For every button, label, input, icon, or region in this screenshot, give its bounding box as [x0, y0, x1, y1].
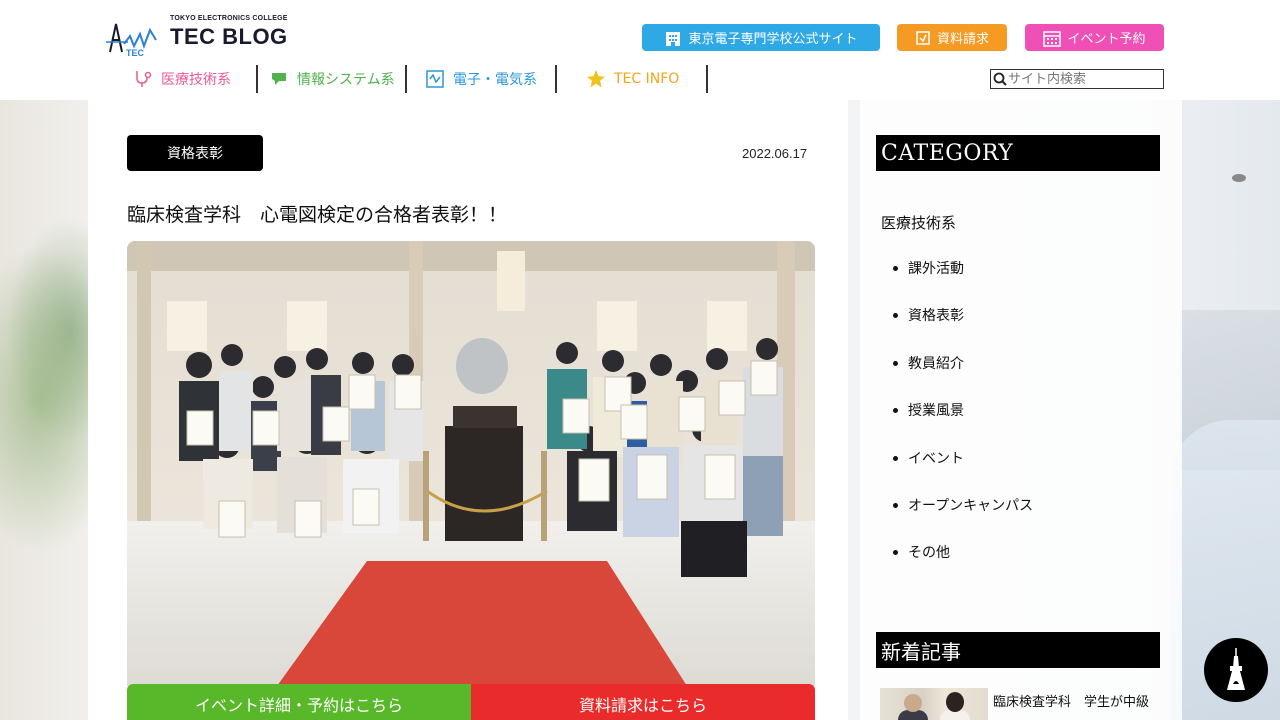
new-articles-heading: 新着記事 — [876, 632, 1160, 668]
category-item-label: 課外活動 — [908, 261, 964, 277]
bullet-icon — [893, 360, 898, 366]
category-item-label: イベント — [908, 450, 964, 467]
logo-subtitle: TOKYO ELECTRONICS COLLEGE — [170, 15, 288, 22]
category-item[interactable]: その他 — [893, 542, 1033, 589]
category-item[interactable]: 課外活動 — [893, 258, 1033, 305]
bullet-icon — [893, 455, 898, 461]
svg-text:TEC: TEC — [126, 48, 145, 56]
new-article-thumbnail[interactable] — [880, 688, 988, 720]
site-logo[interactable]: TEC TOKYO ELECTRONICS COLLEGE TEC BLOG — [106, 14, 296, 58]
category-item-label: オープンキャンパス — [908, 497, 1034, 514]
site-search[interactable] — [990, 69, 1164, 89]
nav-divider — [256, 65, 258, 93]
nav-divider — [706, 65, 708, 93]
category-item[interactable]: 授業風景 — [893, 400, 1033, 447]
category-badge[interactable]: 資格表彰 — [127, 135, 263, 171]
event-detail-button[interactable]: イベント詳細・予約はこちら — [127, 684, 471, 720]
post-date: 2022.06.17 — [742, 146, 808, 161]
nav-electronics[interactable]: 電子・電気系 — [425, 65, 537, 93]
category-item-label: 教員紹介 — [908, 355, 964, 372]
event-booking-label: イベント予約 — [1067, 32, 1146, 47]
circuit-icon — [426, 70, 444, 88]
category-item[interactable]: 教員紹介 — [893, 353, 1033, 400]
calendar-icon — [1043, 30, 1062, 47]
bullet-icon — [893, 502, 898, 508]
nav-medical[interactable]: 医療技術系 — [133, 65, 231, 93]
tower-icon — [1227, 648, 1245, 690]
nav-electronics-label: 電子・電気系 — [453, 72, 537, 88]
post-title: 臨床検査学科 心電図検定の合格者表彰！！ — [127, 204, 508, 226]
floating-tower-button[interactable] — [1204, 638, 1268, 702]
category-item[interactable]: オープンキャンパス — [893, 495, 1033, 542]
nav-info-label: 情報システム系 — [297, 72, 395, 88]
bullet-icon — [893, 408, 898, 414]
logo-mark-icon: TEC — [106, 23, 157, 56]
official-site-label: 東京電子専門学校公式サイト — [688, 32, 858, 47]
nav-info-systems[interactable]: 情報システム系 — [269, 65, 395, 93]
nav-medical-label: 医療技術系 — [161, 72, 231, 88]
thumbnail-person — [904, 694, 922, 712]
official-site-button[interactable]: 東京電子専門学校公式サイト — [642, 24, 880, 51]
background-lamp — [1232, 174, 1246, 182]
building-icon — [666, 31, 681, 46]
category-item-label: 授業風景 — [908, 403, 964, 420]
pointer-icon — [272, 73, 286, 85]
category-item-label: 資格表彰 — [908, 308, 964, 325]
document-icon — [916, 30, 930, 45]
site-header: TEC TOKYO ELECTRONICS COLLEGE TEC BLOG 東… — [0, 0, 1280, 100]
category-item[interactable]: 資格表彰 — [893, 305, 1033, 352]
bullet-icon — [893, 266, 898, 271]
bullet-icon — [893, 313, 898, 319]
request-materials-button[interactable]: 資料請求 — [897, 24, 1007, 51]
nav-divider — [405, 65, 407, 93]
category-item[interactable]: イベント — [893, 448, 1033, 495]
category-list: 課外活動 資格表彰 教員紹介 授業風景 イベント オープンキャンパス その他 — [893, 258, 1033, 590]
logo-title: TEC BLOG — [170, 24, 288, 49]
group-photo-illustration — [127, 241, 815, 686]
category-item-label: その他 — [908, 545, 950, 562]
thumbnail-person — [946, 692, 964, 712]
category-heading: CATEGORY — [876, 135, 1160, 171]
event-booking-button[interactable]: イベント予約 — [1025, 24, 1164, 51]
stethoscope-icon — [136, 71, 152, 87]
request-materials-cta-button[interactable]: 資料請求はこちら — [471, 684, 815, 720]
search-icon — [993, 72, 1007, 86]
search-input[interactable] — [1008, 71, 1158, 87]
new-article-title[interactable]: 臨床検査学科 学生が中級 — [993, 692, 1153, 714]
request-materials-label: 資料請求 — [936, 32, 989, 47]
nav-divider — [555, 65, 557, 93]
post-photo — [127, 241, 815, 686]
star-icon — [587, 70, 605, 88]
nav-tec-info[interactable]: TEC INFO — [586, 65, 679, 93]
category-parent-link[interactable]: 医療技術系 — [881, 212, 956, 233]
nav-tec-label: TEC INFO — [614, 71, 680, 87]
bullet-icon — [893, 550, 898, 556]
